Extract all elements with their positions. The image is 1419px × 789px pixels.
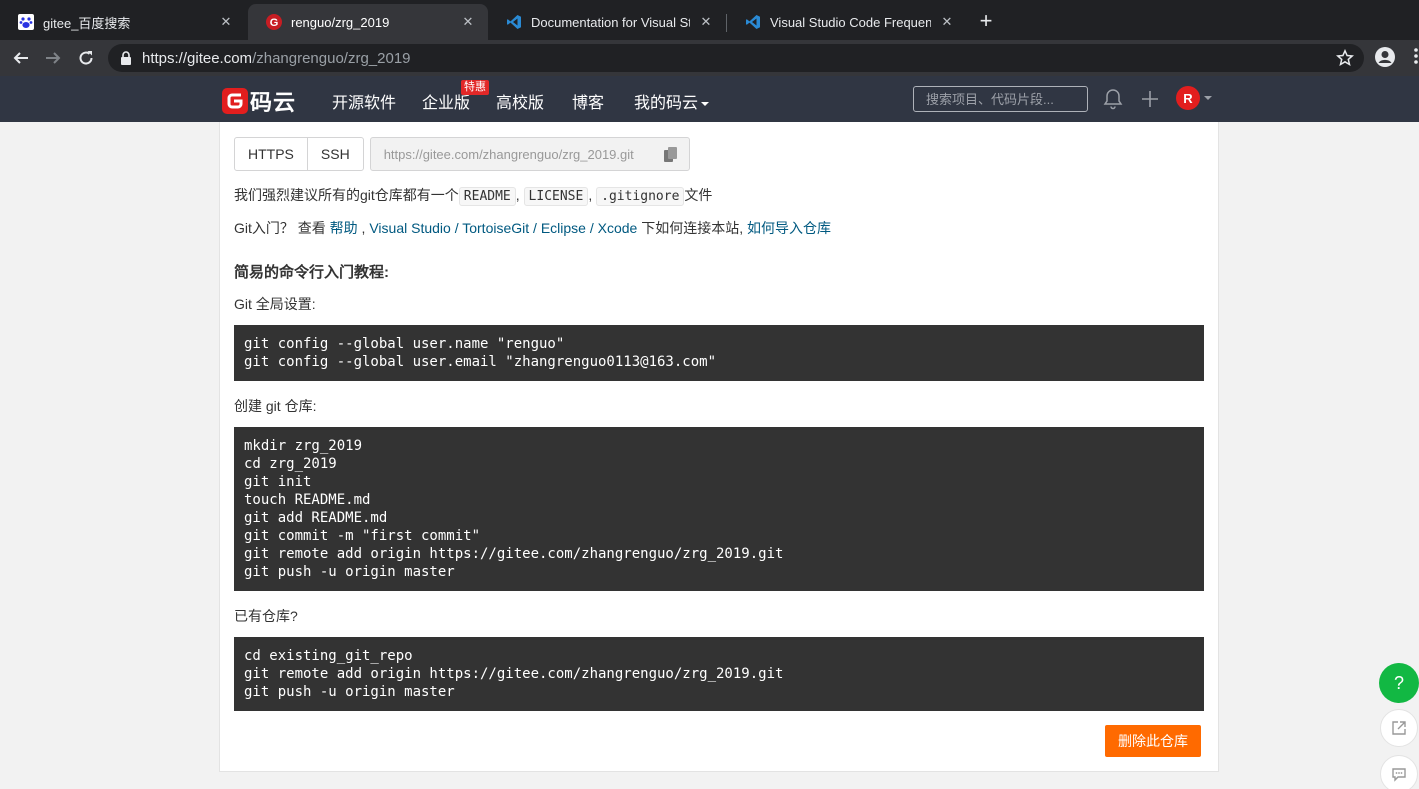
browser-toolbar: https://gitee.com/zhangrenguo/zrg_2019 [0, 40, 1419, 76]
reload-button[interactable] [74, 46, 98, 70]
external-link-icon [1392, 721, 1406, 735]
protocol-switch: HTTPS SSH [234, 137, 364, 171]
plus-icon[interactable] [1141, 90, 1159, 113]
license-code: LICENSE [523, 187, 589, 206]
browser-menu-icon[interactable] [1408, 46, 1419, 66]
close-icon[interactable]: ✕ [698, 14, 714, 30]
address-bar[interactable]: https://gitee.com/zhangrenguo/zrg_2019 [108, 44, 1364, 72]
eclipse-link[interactable]: Eclipse [541, 220, 586, 236]
create-repo-label: 创建 git 仓库: [234, 398, 317, 414]
share-button[interactable] [1380, 709, 1418, 747]
tab-title: gitee_百度搜索 [43, 15, 131, 31]
existing-repo-code: cd existing_git_repo git remote add orig… [234, 637, 1204, 711]
close-icon[interactable]: ✕ [218, 14, 234, 30]
git-intro-text: Git入门？ 查看 帮助 , Visual Studio / TortoiseG… [234, 220, 832, 236]
tab-title: Visual Studio Code Frequently [770, 14, 931, 30]
browser-tab-baidu[interactable]: gitee_百度搜索 ✕ [0, 4, 246, 40]
url-text: https://gitee.com/zhangrenguo/zrg_2019 [142, 49, 411, 67]
browser-tab-strip: gitee_百度搜索 ✕ G renguo/zrg_2019 ✕ Documen… [0, 0, 1419, 40]
gitee-logo-icon [222, 88, 248, 114]
gitee-favicon-icon: G [266, 14, 282, 30]
ssh-button[interactable]: SSH [306, 138, 363, 170]
gitee-logo[interactable]: 码云 [222, 85, 296, 117]
arrow-right-icon [46, 52, 61, 64]
close-icon[interactable]: ✕ [460, 14, 476, 30]
tutorial-heading: 简易的命令行入门教程: [234, 264, 389, 281]
close-icon[interactable]: ✕ [939, 14, 955, 30]
tortoisegit-link[interactable]: TortoiseGit [462, 220, 529, 236]
nav-blog[interactable]: 博客 [572, 89, 604, 113]
existing-repo-label: 已有仓库? [234, 608, 298, 624]
readme-code: README [458, 187, 516, 206]
clone-url-text: https://gitee.com/zhangrenguo/zrg_2019.g… [383, 146, 634, 162]
nav-university[interactable]: 高校版 [496, 89, 544, 113]
help-link[interactable]: 帮助 [330, 220, 358, 236]
tab-title: Documentation for Visual Studi [531, 14, 690, 30]
help-button[interactable]: ? [1379, 663, 1419, 703]
recommend-files-text: 我们强烈建议所有的git仓库都有一个 README, LICENSE, .giti… [234, 187, 713, 206]
arrow-left-icon [13, 52, 28, 64]
browser-tab-vscode-faq[interactable]: Visual Studio Code Frequently ✕ [727, 4, 967, 40]
copy-icon[interactable] [663, 147, 677, 165]
chevron-down-icon[interactable] [1204, 96, 1212, 100]
baidu-favicon-icon [18, 14, 34, 30]
site-search-input[interactable] [913, 86, 1088, 112]
browser-tab-vscode-docs[interactable]: Documentation for Visual Studi ✕ [488, 4, 726, 40]
feedback-button[interactable] [1380, 755, 1418, 789]
vscode-favicon-icon [745, 14, 761, 30]
reload-icon [79, 51, 93, 65]
global-settings-label: Git 全局设置: [234, 296, 316, 312]
new-tab-button[interactable]: + [974, 10, 998, 34]
delete-repo-button[interactable]: 删除此仓库 [1105, 725, 1201, 757]
browser-tab-gitee[interactable]: G renguo/zrg_2019 ✕ [248, 4, 488, 40]
chevron-down-icon [701, 101, 710, 106]
gitignore-code: .gitignore [596, 187, 685, 206]
lock-icon [121, 51, 131, 65]
nav-open-source[interactable]: 开源软件 [332, 89, 396, 113]
clone-bar: HTTPS SSH https://gitee.com/zhangrenguo/… [234, 137, 690, 171]
create-repo-code: mkdir zrg_2019 cd zrg_2019 git init touc… [234, 427, 1204, 591]
xcode-link[interactable]: Xcode [598, 220, 638, 236]
https-button[interactable]: HTTPS [235, 138, 307, 170]
nav-my-gitee[interactable]: 我的码云 [634, 89, 710, 113]
comment-icon [1392, 768, 1406, 782]
global-settings-code: git config --global user.name "renguo" g… [234, 325, 1204, 381]
browser-profile-icon[interactable] [1374, 46, 1396, 73]
visual-studio-link[interactable]: Visual Studio [369, 220, 450, 236]
import-repo-link[interactable]: 如何导入仓库 [747, 220, 831, 236]
vscode-favicon-icon [506, 14, 522, 30]
back-button[interactable] [9, 46, 33, 70]
svg-text:G: G [270, 17, 279, 29]
bell-icon[interactable] [1103, 88, 1123, 115]
logo-text: 码云 [250, 90, 297, 115]
promo-badge: 特惠 [461, 80, 489, 95]
tab-title: renguo/zrg_2019 [291, 14, 390, 30]
avatar[interactable]: R [1176, 86, 1200, 110]
bookmark-star-icon[interactable] [1335, 48, 1355, 72]
forward-button[interactable] [41, 46, 65, 70]
clone-url-field[interactable]: https://gitee.com/zhangrenguo/zrg_2019.g… [369, 137, 690, 171]
